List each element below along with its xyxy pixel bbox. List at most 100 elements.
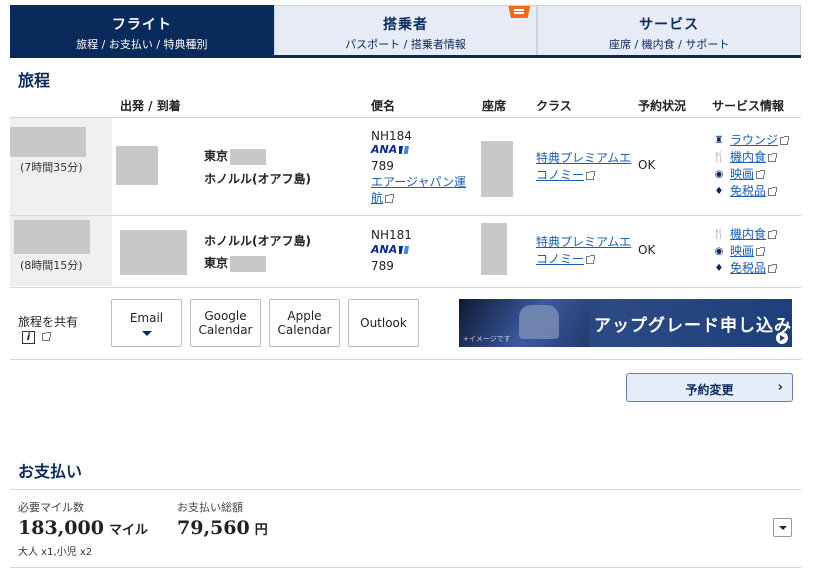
email-button[interactable]: Email bbox=[111, 299, 182, 347]
service-item-lounge[interactable]: ♜ ラウンジ bbox=[712, 132, 790, 149]
header-seat: 座席 bbox=[482, 99, 507, 113]
header-route: 出発 / 到着 bbox=[120, 99, 181, 113]
apple-calendar-label-1: Apple bbox=[287, 309, 322, 323]
divider bbox=[10, 567, 801, 568]
divider bbox=[10, 117, 801, 118]
service-item-meal[interactable]: 🍴 機内食 bbox=[712, 149, 788, 166]
header-status: 予約状況 bbox=[638, 99, 687, 113]
google-calendar-label-2: Calendar bbox=[198, 323, 253, 337]
banner-note: +イメージです bbox=[463, 335, 511, 343]
tab-flight-title: フライト bbox=[111, 17, 172, 33]
google-calendar-label-1: Google bbox=[204, 309, 247, 323]
external-link-icon bbox=[756, 246, 766, 256]
external-link-icon bbox=[768, 186, 778, 196]
total-label: お支払い総額 bbox=[177, 501, 243, 514]
seat-placeholder bbox=[481, 141, 513, 197]
dutyfree-icon: ♦ bbox=[714, 185, 724, 197]
external-link-icon bbox=[780, 135, 790, 145]
external-link-icon bbox=[756, 169, 766, 179]
total-value: 79,560 円 bbox=[177, 517, 268, 539]
external-link-icon bbox=[768, 152, 778, 162]
time-placeholder bbox=[116, 146, 158, 185]
share-label: 旅程を共有 bbox=[18, 315, 79, 329]
apple-calendar-label-2: Calendar bbox=[277, 323, 332, 337]
tab-service[interactable]: サービス 座席 / 機内食 / サポート bbox=[537, 5, 802, 57]
notification-badge-icon bbox=[508, 6, 531, 18]
service-item-dutyfree[interactable]: ♦ 免税品 bbox=[712, 183, 788, 200]
service-item-meal[interactable]: 🍴 機内食 bbox=[712, 226, 778, 243]
lounge-icon: ♜ bbox=[714, 134, 724, 146]
change-booking-button[interactable]: 予約変更 › bbox=[626, 373, 793, 402]
tab-flight-subtitle: 旅程 / お支払い / 特典種別 bbox=[76, 38, 208, 51]
email-button-label: Email bbox=[129, 310, 164, 325]
upgrade-banner[interactable]: アップグレード申し込み +イメージです bbox=[459, 299, 792, 347]
meal-icon: 🍴 bbox=[712, 151, 726, 163]
flight-number: NH184 bbox=[371, 129, 412, 143]
arrival-city: 東京 bbox=[204, 254, 267, 272]
service-item-movie[interactable]: ◉ 映画 bbox=[712, 243, 776, 260]
itinerary-heading: 旅程 bbox=[18, 71, 51, 90]
header-class: クラス bbox=[536, 99, 572, 113]
arrival-city: ホノルル(オアフ島) bbox=[204, 172, 311, 186]
flight-duration: (7時間35分) bbox=[20, 161, 83, 174]
external-link-icon bbox=[586, 170, 596, 180]
tab-flight[interactable]: フライト 旅程 / お支払い / 特典種別 bbox=[10, 5, 274, 57]
aircraft-type: 789 bbox=[371, 259, 394, 273]
passenger-breakdown: 大人 x1,小児 x2 bbox=[18, 547, 93, 558]
expand-payment-button[interactable] bbox=[773, 518, 792, 537]
change-booking-label: 予約変更 bbox=[685, 383, 734, 397]
ana-logo-icon: ANA bbox=[371, 243, 411, 256]
tab-service-title: サービス bbox=[639, 17, 700, 33]
tab-underline bbox=[10, 55, 801, 58]
miles-unit: マイル bbox=[108, 523, 148, 538]
movie-icon: ◉ bbox=[714, 168, 724, 180]
operator-link[interactable]: エアージャパン運航 bbox=[371, 174, 471, 206]
apple-calendar-button[interactable]: Apple Calendar bbox=[269, 299, 340, 347]
miles-value: 183,000 マイル bbox=[18, 517, 148, 539]
divider bbox=[10, 489, 801, 490]
cabin-class-link[interactable]: 特典プレミアムエコノミー bbox=[536, 150, 636, 184]
external-link-icon bbox=[768, 263, 778, 273]
arrow-right-icon bbox=[776, 332, 788, 344]
caret-down-icon bbox=[141, 330, 152, 336]
tab-passenger-subtitle: パスポート / 搭乗者情報 bbox=[345, 38, 466, 51]
departure-city: 東京 bbox=[204, 147, 267, 165]
service-list: ♜ ラウンジ 🍴 機内食 ◉ 映画 ♦ 免税品 bbox=[712, 132, 790, 200]
cabin-class-link[interactable]: 特典プレミアムエコノミー bbox=[536, 234, 636, 268]
time-placeholder bbox=[120, 230, 187, 275]
meal-icon: 🍴 bbox=[712, 228, 726, 240]
tab-passenger-title: 搭乗者 bbox=[383, 17, 428, 33]
booking-status: OK bbox=[638, 158, 656, 172]
flight-duration: (8時間15分) bbox=[20, 259, 83, 272]
banner-person-image bbox=[519, 305, 559, 339]
departure-city: ホノルル(オアフ島) bbox=[204, 234, 311, 248]
total-unit: 円 bbox=[254, 523, 268, 538]
seat-placeholder bbox=[481, 223, 507, 275]
service-list: 🍴 機内食 ◉ 映画 ♦ 免税品 bbox=[712, 226, 778, 277]
miles-label: 必要マイル数 bbox=[18, 501, 84, 514]
date-placeholder bbox=[14, 220, 90, 254]
external-link-icon bbox=[768, 229, 778, 239]
movie-icon: ◉ bbox=[714, 245, 724, 257]
service-item-movie[interactable]: ◉ 映画 bbox=[712, 166, 788, 183]
banner-text: アップグレード申し込み bbox=[594, 316, 792, 336]
flight-number: NH181 bbox=[371, 228, 412, 242]
chevron-right-icon: › bbox=[777, 380, 783, 395]
tab-service-subtitle: 座席 / 機内食 / サポート bbox=[608, 38, 730, 51]
header-flight: 便名 bbox=[371, 99, 396, 113]
divider bbox=[10, 287, 801, 288]
google-calendar-button[interactable]: Google Calendar bbox=[190, 299, 261, 347]
outlook-button[interactable]: Outlook bbox=[348, 299, 419, 347]
booking-status: OK bbox=[638, 243, 656, 257]
payment-heading: お支払い bbox=[18, 462, 83, 481]
divider bbox=[10, 359, 801, 360]
top-tabs: フライト 旅程 / お支払い / 特典種別 搭乗者 パスポート / 搭乗者情報 … bbox=[10, 5, 802, 57]
info-icon[interactable]: i bbox=[22, 331, 35, 344]
external-link-icon bbox=[385, 193, 395, 203]
tab-passenger[interactable]: 搭乗者 パスポート / 搭乗者情報 bbox=[273, 5, 538, 57]
external-link-icon bbox=[586, 254, 596, 264]
date-placeholder bbox=[10, 127, 86, 157]
divider bbox=[10, 215, 801, 216]
external-link-icon bbox=[42, 332, 51, 341]
service-item-dutyfree[interactable]: ♦ 免税品 bbox=[712, 260, 778, 277]
